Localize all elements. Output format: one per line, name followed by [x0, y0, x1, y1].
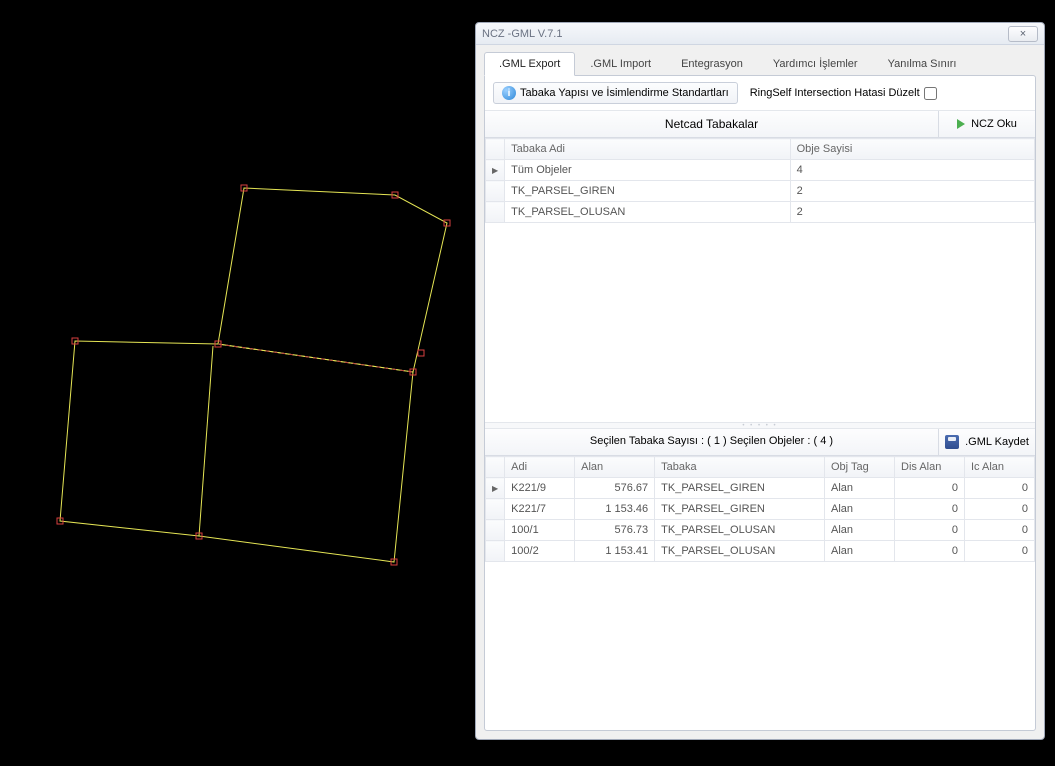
- col-tabaka-adi[interactable]: Tabaka Adi: [505, 139, 790, 160]
- titlebar[interactable]: NCZ -GML V.7.1 ×: [476, 23, 1044, 45]
- row-selector[interactable]: [486, 181, 505, 202]
- gml-kaydet-label: .GML Kaydet: [965, 436, 1029, 448]
- col-icalan[interactable]: Ic Alan: [965, 457, 1035, 478]
- tabaka-standards-label: Tabaka Yapısı ve İsimlendirme Standartla…: [520, 87, 729, 99]
- table-row[interactable]: Tüm Objeler4: [486, 160, 1035, 181]
- drawing-svg: [0, 0, 475, 763]
- cell-alan: 1 153.41: [575, 541, 655, 562]
- cell-disalan: 0: [895, 499, 965, 520]
- row-selector[interactable]: [486, 202, 505, 223]
- cell-icalan: 0: [965, 478, 1035, 499]
- toolbar: i Tabaka Yapısı ve İsimlendirme Standart…: [485, 76, 1035, 111]
- cell-tabaka: TK_PARSEL_GIREN: [655, 499, 825, 520]
- window-title: NCZ -GML V.7.1: [482, 28, 1008, 40]
- cad-canvas[interactable]: [0, 0, 475, 763]
- tab-panel-export: i Tabaka Yapısı ve İsimlendirme Standart…: [484, 75, 1036, 731]
- gml-kaydet-button[interactable]: .GML Kaydet: [939, 429, 1035, 455]
- lower-title: Seçilen Tabaka Sayısı : ( 1 ) Seçilen Ob…: [485, 429, 939, 455]
- table-row[interactable]: 100/21 153.41TK_PARSEL_OLUSANAlan00: [486, 541, 1035, 562]
- tab-entegrasyon[interactable]: Entegrasyon: [666, 52, 758, 76]
- tab-yardimci[interactable]: Yardımcı İşlemler: [758, 52, 873, 76]
- col-adi[interactable]: Adi: [505, 457, 575, 478]
- cell-tabaka: Tüm Objeler: [505, 160, 790, 181]
- col-tabaka[interactable]: Tabaka: [655, 457, 825, 478]
- tabaka-grid[interactable]: Tabaka Adi Obje Sayisi Tüm Objeler4TK_PA…: [485, 138, 1035, 223]
- upper-grid-area: Tabaka Adi Obje Sayisi Tüm Objeler4TK_PA…: [485, 138, 1035, 423]
- tab-gml-import[interactable]: .GML Import: [575, 52, 666, 76]
- cell-alan: 576.73: [575, 520, 655, 541]
- close-button[interactable]: ×: [1008, 26, 1038, 42]
- tab-gml-export[interactable]: .GML Export: [484, 52, 575, 76]
- cell-tabaka: TK_PARSEL_OLUSAN: [655, 520, 825, 541]
- cell-objtag: Alan: [825, 478, 895, 499]
- row-selector[interactable]: [486, 541, 505, 562]
- cell-icalan: 0: [965, 541, 1035, 562]
- table-row[interactable]: K221/9576.67TK_PARSEL_GIRENAlan00: [486, 478, 1035, 499]
- cell-icalan: 0: [965, 499, 1035, 520]
- cell-objtag: Alan: [825, 520, 895, 541]
- col-obje-sayisi[interactable]: Obje Sayisi: [790, 139, 1034, 160]
- info-icon: i: [502, 86, 516, 100]
- cell-tabaka: TK_PARSEL_OLUSAN: [655, 541, 825, 562]
- col-alan[interactable]: Alan: [575, 457, 655, 478]
- cell-tabaka: TK_PARSEL_GIREN: [655, 478, 825, 499]
- cell-icalan: 0: [965, 520, 1035, 541]
- cell-disalan: 0: [895, 478, 965, 499]
- cell-alan: 576.67: [575, 478, 655, 499]
- lower-grid-area: Adi Alan Tabaka Obj Tag Dis Alan Ic Alan…: [485, 456, 1035, 730]
- cell-disalan: 0: [895, 541, 965, 562]
- cell-obje: 4: [790, 160, 1034, 181]
- cell-adi: K221/7: [505, 499, 575, 520]
- cell-alan: 1 153.46: [575, 499, 655, 520]
- upper-title: Netcad Tabakalar: [485, 111, 939, 137]
- save-icon: [945, 435, 959, 449]
- cell-adi: K221/9: [505, 478, 575, 499]
- tabs: .GML Export .GML Import Entegrasyon Yard…: [476, 45, 1044, 75]
- tabaka-standards-button[interactable]: i Tabaka Yapısı ve İsimlendirme Standart…: [493, 82, 738, 104]
- table-row[interactable]: TK_PARSEL_GIREN2: [486, 181, 1035, 202]
- cell-obje: 2: [790, 202, 1034, 223]
- play-icon: [957, 119, 965, 129]
- lower-header: Seçilen Tabaka Sayısı : ( 1 ) Seçilen Ob…: [485, 429, 1035, 456]
- cell-adi: 100/1: [505, 520, 575, 541]
- tab-yanilma[interactable]: Yanılma Sınırı: [873, 52, 972, 76]
- col-objtag[interactable]: Obj Tag: [825, 457, 895, 478]
- cell-tabaka: TK_PARSEL_GIREN: [505, 181, 790, 202]
- ncz-oku-label: NCZ Oku: [971, 118, 1017, 130]
- table-row[interactable]: TK_PARSEL_OLUSAN2: [486, 202, 1035, 223]
- cell-obje: 2: [790, 181, 1034, 202]
- col-disalan[interactable]: Dis Alan: [895, 457, 965, 478]
- ncz-oku-button[interactable]: NCZ Oku: [939, 111, 1035, 137]
- rowhead-blank: [486, 139, 505, 160]
- row-selector[interactable]: [486, 520, 505, 541]
- cell-tabaka: TK_PARSEL_OLUSAN: [505, 202, 790, 223]
- cell-objtag: Alan: [825, 541, 895, 562]
- row-selector[interactable]: [486, 160, 505, 181]
- cell-disalan: 0: [895, 520, 965, 541]
- ringself-fix: RingSelf Intersection Hatasi Düzelt: [750, 87, 937, 100]
- lower-area: Seçilen Tabaka Sayısı : ( 1 ) Seçilen Ob…: [485, 429, 1035, 730]
- row-selector[interactable]: [486, 499, 505, 520]
- rowhead-blank: [486, 457, 505, 478]
- obje-grid[interactable]: Adi Alan Tabaka Obj Tag Dis Alan Ic Alan…: [485, 456, 1035, 562]
- cell-adi: 100/2: [505, 541, 575, 562]
- upper-header: Netcad Tabakalar NCZ Oku: [485, 111, 1035, 138]
- ringself-checkbox[interactable]: [924, 87, 937, 100]
- ringself-label: RingSelf Intersection Hatasi Düzelt: [750, 87, 920, 99]
- cell-objtag: Alan: [825, 499, 895, 520]
- table-row[interactable]: K221/71 153.46TK_PARSEL_GIRENAlan00: [486, 499, 1035, 520]
- table-row[interactable]: 100/1576.73TK_PARSEL_OLUSANAlan00: [486, 520, 1035, 541]
- gml-dialog: NCZ -GML V.7.1 × .GML Export .GML Import…: [475, 22, 1045, 740]
- row-selector[interactable]: [486, 478, 505, 499]
